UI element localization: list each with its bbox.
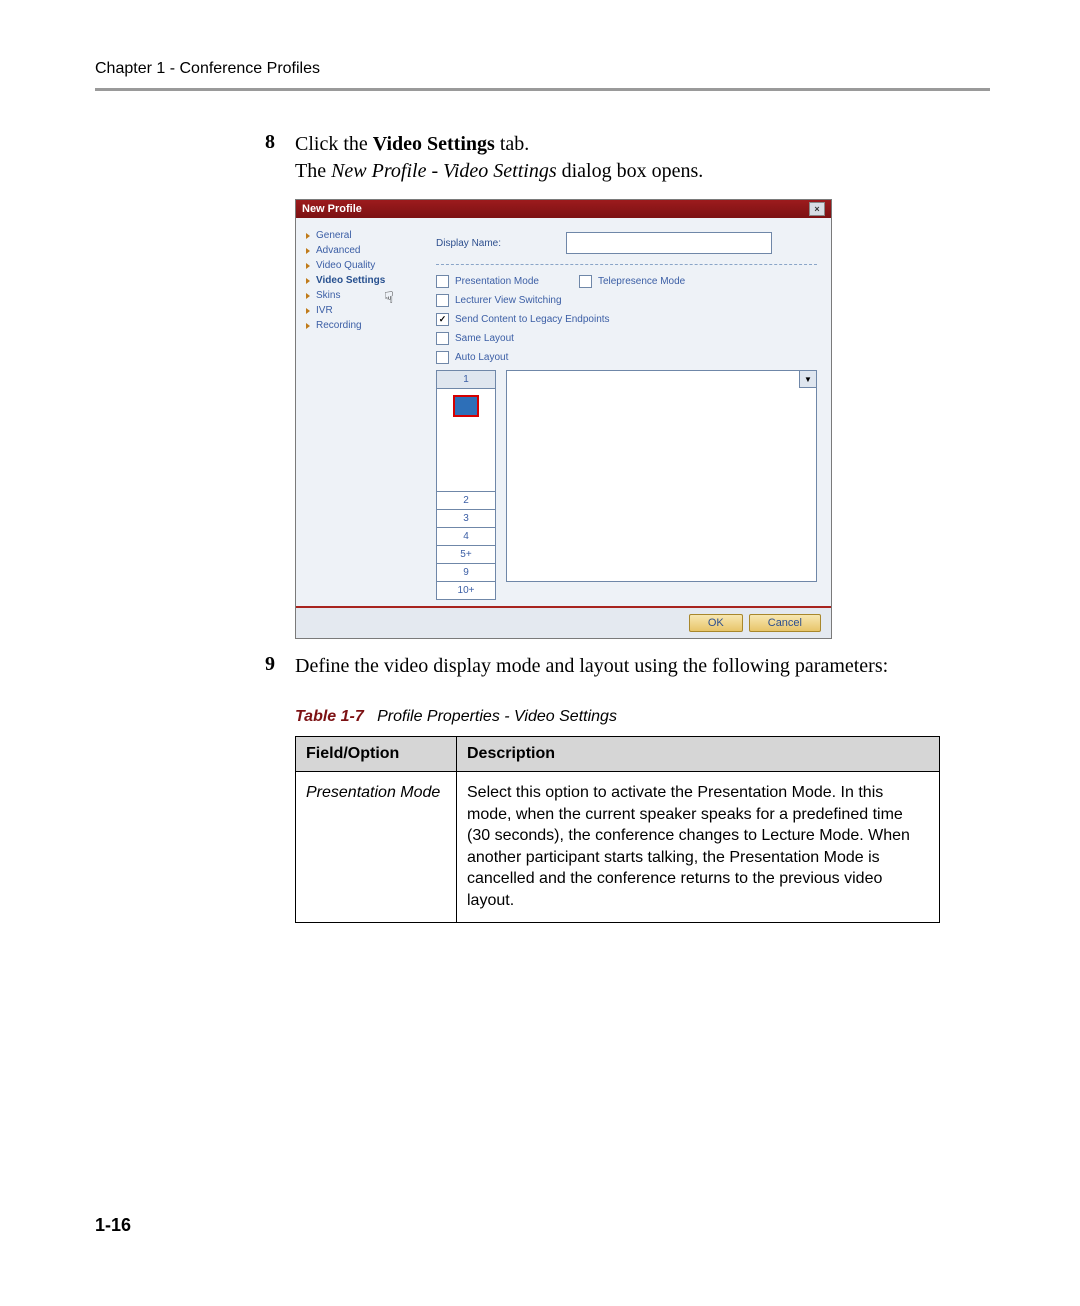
checkbox-icon <box>436 332 449 345</box>
page-number: 1-16 <box>95 1215 131 1236</box>
layout-tab-2[interactable]: 2 <box>437 491 495 509</box>
ok-button[interactable]: OK <box>689 614 743 632</box>
text: dialog box opens. <box>557 160 704 182</box>
italic-text: New Profile - Video Settings <box>331 160 557 182</box>
text: The <box>295 160 331 182</box>
pointer-cursor-icon: ☟ <box>384 288 394 308</box>
dialog-main: Display Name: Presentation Mode Telepres… <box>422 218 831 606</box>
dialog-title: New Profile <box>302 203 362 215</box>
checkbox-label: Presentation Mode <box>455 276 539 287</box>
step-9: 9 Define the video display mode and layo… <box>265 653 990 680</box>
checkbox-icon <box>579 275 592 288</box>
nav-video-settings[interactable]: Video Settings <box>306 273 418 288</box>
step-number: 9 <box>265 653 295 680</box>
checkbox-icon <box>436 313 449 326</box>
text: Click the <box>295 133 373 155</box>
nav-skins[interactable]: Skins <box>306 288 418 303</box>
header-description: Description <box>457 737 940 772</box>
chevron-down-icon[interactable]: ▼ <box>799 371 816 388</box>
layout-tab-3[interactable]: 3 <box>437 509 495 527</box>
display-name-label: Display Name: <box>436 238 556 249</box>
layout-thumb-icon <box>453 395 479 417</box>
dialog-figure: New Profile × General Advanced Video Qua… <box>295 199 990 639</box>
cell-field: Presentation Mode <box>296 772 457 923</box>
step-body: Click the Video Settings tab. The New Pr… <box>295 131 703 185</box>
properties-table: Field/Option Description Presentation Mo… <box>295 736 940 923</box>
legacy-endpoints-checkbox[interactable]: Send Content to Legacy Endpoints <box>436 313 610 326</box>
dialog-titlebar: New Profile × <box>296 200 831 218</box>
header-divider <box>95 88 990 91</box>
close-icon[interactable]: × <box>809 202 825 216</box>
cancel-button[interactable]: Cancel <box>749 614 821 632</box>
layout-tab-1[interactable]: 1 <box>437 371 495 389</box>
auto-layout-checkbox[interactable]: Auto Layout <box>436 351 508 364</box>
nav-ivr[interactable]: IVR <box>306 303 418 318</box>
step-8: 8 Click the Video Settings tab. The New … <box>265 131 990 185</box>
checkbox-icon <box>436 275 449 288</box>
layout-tab-9[interactable]: 9 <box>437 563 495 581</box>
lecturer-view-checkbox[interactable]: Lecturer View Switching <box>436 294 562 307</box>
telepresence-mode-checkbox[interactable]: Telepresence Mode <box>579 275 685 288</box>
nav-advanced[interactable]: Advanced <box>306 243 418 258</box>
checkbox-icon <box>436 294 449 307</box>
nav-video-quality[interactable]: Video Quality <box>306 258 418 273</box>
table-row: Presentation Mode Select this option to … <box>296 772 940 923</box>
new-profile-dialog: New Profile × General Advanced Video Qua… <box>295 199 832 639</box>
dialog-footer: OK Cancel <box>296 606 831 638</box>
layout-preview-list[interactable]: ▼ <box>506 370 817 582</box>
display-name-input[interactable] <box>566 232 772 254</box>
checkbox-label: Same Layout <box>455 333 514 344</box>
table-caption: Table 1-7 Profile Properties - Video Set… <box>295 708 990 726</box>
chapter-header: Chapter 1 - Conference Profiles <box>95 60 990 78</box>
step-number: 8 <box>265 131 295 185</box>
checkbox-label: Telepresence Mode <box>598 276 685 287</box>
presentation-mode-checkbox[interactable]: Presentation Mode <box>436 275 539 288</box>
layout-tab-4[interactable]: 4 <box>437 527 495 545</box>
text: tab. <box>495 133 529 155</box>
bold-text: Video Settings <box>373 133 495 155</box>
checkbox-label: Send Content to Legacy Endpoints <box>455 314 610 325</box>
dialog-nav: General Advanced Video Quality Video Set… <box>296 218 422 606</box>
nav-general[interactable]: General <box>306 228 418 243</box>
checkbox-icon <box>436 351 449 364</box>
checkbox-label: Lecturer View Switching <box>455 295 562 306</box>
cell-description: Select this option to activate the Prese… <box>457 772 940 923</box>
table-number: Table 1-7 <box>295 708 364 725</box>
layout-tab-10p[interactable]: 10+ <box>437 581 495 599</box>
step-body: Define the video display mode and layout… <box>295 653 888 680</box>
table-title: Profile Properties - Video Settings <box>377 708 617 725</box>
same-layout-checkbox[interactable]: Same Layout <box>436 332 514 345</box>
layout-thumbnail[interactable] <box>437 389 495 491</box>
checkbox-label: Auto Layout <box>455 352 508 363</box>
layout-tabs: 1 2 3 4 5+ 9 10+ <box>436 370 496 600</box>
nav-recording[interactable]: Recording <box>306 318 418 333</box>
header-field-option: Field/Option <box>296 737 457 772</box>
layout-tab-5p[interactable]: 5+ <box>437 545 495 563</box>
